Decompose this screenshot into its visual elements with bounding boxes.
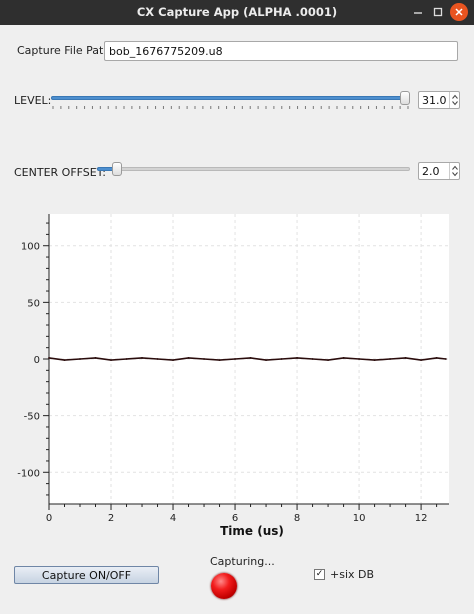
signal-plot: 100 50 0 -50 -100 0 2 4 6 8 10 12 Time (us) [17, 214, 449, 538]
signal-point [373, 359, 376, 362]
x-tick-label: 10 [353, 513, 366, 524]
chevron-up-icon [452, 94, 458, 99]
signal-point [203, 358, 205, 360]
x-tick-label: 6 [232, 513, 238, 524]
y-tick-label: 0 [34, 355, 40, 366]
capture-status-text: Capturing... [210, 555, 275, 568]
level-slider[interactable] [51, 91, 410, 115]
close-button[interactable] [450, 3, 468, 21]
signal-point [311, 358, 314, 360]
capture-path-input[interactable] [104, 41, 458, 61]
window-title: CX Capture App (ALPHA .0001) [136, 5, 338, 19]
signal-point [172, 359, 174, 362]
y-tick-label: 50 [27, 298, 40, 309]
signal-point [265, 359, 267, 362]
center-offset-value: 2.0 [422, 165, 440, 178]
level-slider-handle[interactable] [400, 91, 410, 105]
x-tick-label: 12 [415, 513, 428, 524]
level-slider-ticks [52, 106, 409, 109]
capture-toggle-button[interactable]: Capture ON/OFF [14, 566, 159, 584]
six-db-checkbox[interactable]: ✓ [314, 569, 325, 580]
level-spinbox[interactable]: 31.0 [418, 91, 460, 109]
y-tick-label: 100 [21, 242, 40, 253]
signal-point [110, 359, 112, 362]
signal-point [358, 358, 360, 360]
x-tick-label: 2 [108, 513, 114, 524]
maximize-button[interactable] [429, 3, 447, 21]
x-axis-label: Time (us) [220, 524, 284, 538]
y-tick-label: -50 [24, 412, 40, 423]
center-offset-spinbox[interactable]: 2.0 [418, 162, 460, 180]
level-label: LEVEL: [14, 94, 52, 107]
signal-point [48, 356, 50, 359]
signal-point [389, 358, 391, 360]
x-tick-label: 0 [46, 513, 52, 524]
capture-status-led [211, 573, 237, 599]
signal-point [249, 356, 252, 359]
signal-point [218, 359, 221, 362]
signal-point [94, 356, 97, 359]
signal-point [435, 356, 438, 359]
signal-point [125, 358, 128, 360]
six-db-label[interactable]: +six DB [330, 568, 374, 581]
center-offset-slider-groove [97, 167, 410, 171]
minimize-button[interactable] [409, 3, 427, 21]
signal-point [141, 356, 143, 359]
signal-point [156, 358, 159, 360]
checkmark-icon: ✓ [315, 569, 324, 579]
chevron-down-icon [452, 101, 458, 106]
close-icon [455, 8, 463, 16]
level-slider-fill [51, 96, 405, 100]
signal-point [79, 358, 81, 360]
level-spin-arrows[interactable] [449, 92, 459, 108]
signal-point [342, 356, 345, 359]
x-tick-label: 8 [294, 513, 300, 524]
signal-point [404, 356, 407, 359]
signal-point [444, 358, 447, 360]
chevron-down-icon [452, 172, 458, 177]
chevron-up-icon [452, 165, 458, 170]
signal-point [63, 359, 66, 362]
y-tick-label: -100 [17, 468, 40, 479]
signal-point [234, 358, 236, 360]
maximize-icon [433, 7, 443, 17]
center-offset-label: CENTER OFFSET: [14, 166, 106, 179]
center-offset-spin-arrows[interactable] [449, 163, 459, 179]
title-bar: CX Capture App (ALPHA .0001) [0, 0, 474, 25]
minimize-icon [414, 12, 422, 14]
level-value: 31.0 [422, 94, 447, 107]
capture-path-label: Capture File Path: [17, 44, 115, 57]
center-offset-slider[interactable] [97, 162, 410, 186]
x-tick-label: 4 [170, 513, 176, 524]
signal-point [280, 358, 283, 360]
center-offset-slider-handle[interactable] [112, 162, 122, 176]
signal-point [327, 359, 329, 362]
signal-point [420, 359, 422, 362]
signal-point [187, 356, 190, 359]
signal-point [296, 356, 298, 359]
